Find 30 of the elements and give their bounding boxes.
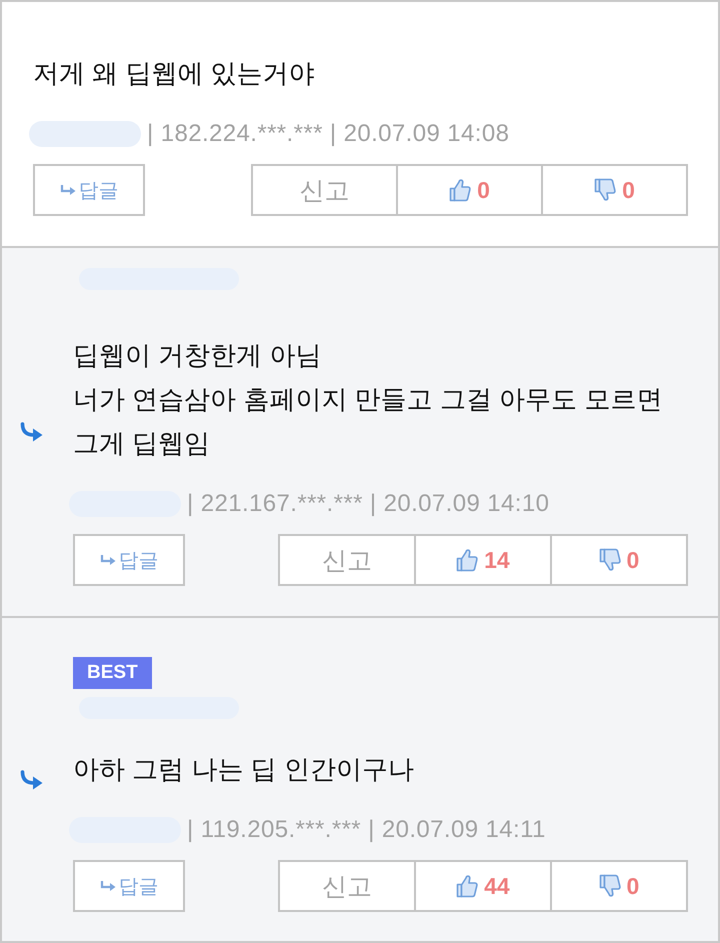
- reply-button[interactable]: 답글: [73, 534, 185, 586]
- dislike-button[interactable]: 0: [541, 164, 688, 216]
- like-button[interactable]: 44: [414, 860, 552, 912]
- comment-meta: | 221.167.***.*** | 20.07.09 14:10: [187, 490, 550, 518]
- reply-arrow-icon: [60, 184, 76, 196]
- reply-button[interactable]: 답글: [33, 164, 145, 216]
- thumbs-up-icon: [449, 178, 472, 202]
- dislike-button[interactable]: 0: [550, 534, 688, 586]
- comment-text: 딥웹이 거창한게 아님 너가 연습삼아 홈페이지 만들고 그걸 아무도 모르면 그게 딥웹임: [73, 339, 664, 460]
- reply-arrow-icon: [19, 422, 44, 442]
- like-button[interactable]: 0: [396, 164, 544, 216]
- report-button[interactable]: 신고: [251, 164, 398, 216]
- thumbs-up-icon: [456, 548, 478, 572]
- report-button[interactable]: 신고: [278, 860, 416, 912]
- comment-meta: | 119.205.***.*** | 20.07.09 14:11: [187, 816, 546, 844]
- report-button[interactable]: 신고: [278, 534, 416, 586]
- best-badge: BEST: [73, 657, 152, 689]
- thumbs-up-icon: [456, 874, 478, 898]
- thumbs-down-icon: [598, 548, 621, 572]
- reply-button[interactable]: 답글: [73, 860, 185, 912]
- reply-arrow-icon: [100, 554, 116, 566]
- dislike-button[interactable]: 0: [550, 860, 688, 912]
- thumbs-down-icon: [598, 874, 621, 898]
- like-button[interactable]: 14: [414, 534, 552, 586]
- comment-text: 저게 왜 딥웹에 있는거야: [33, 57, 316, 90]
- reply-arrow-icon: [19, 770, 44, 790]
- comment-text: 아하 그럼 나는 딥 인간이구나: [73, 753, 415, 786]
- comment-meta: | 182.224.***.*** | 20.07.09 14:08: [147, 120, 510, 148]
- reply-arrow-icon: [100, 880, 116, 892]
- thumbs-down-icon: [594, 178, 616, 202]
